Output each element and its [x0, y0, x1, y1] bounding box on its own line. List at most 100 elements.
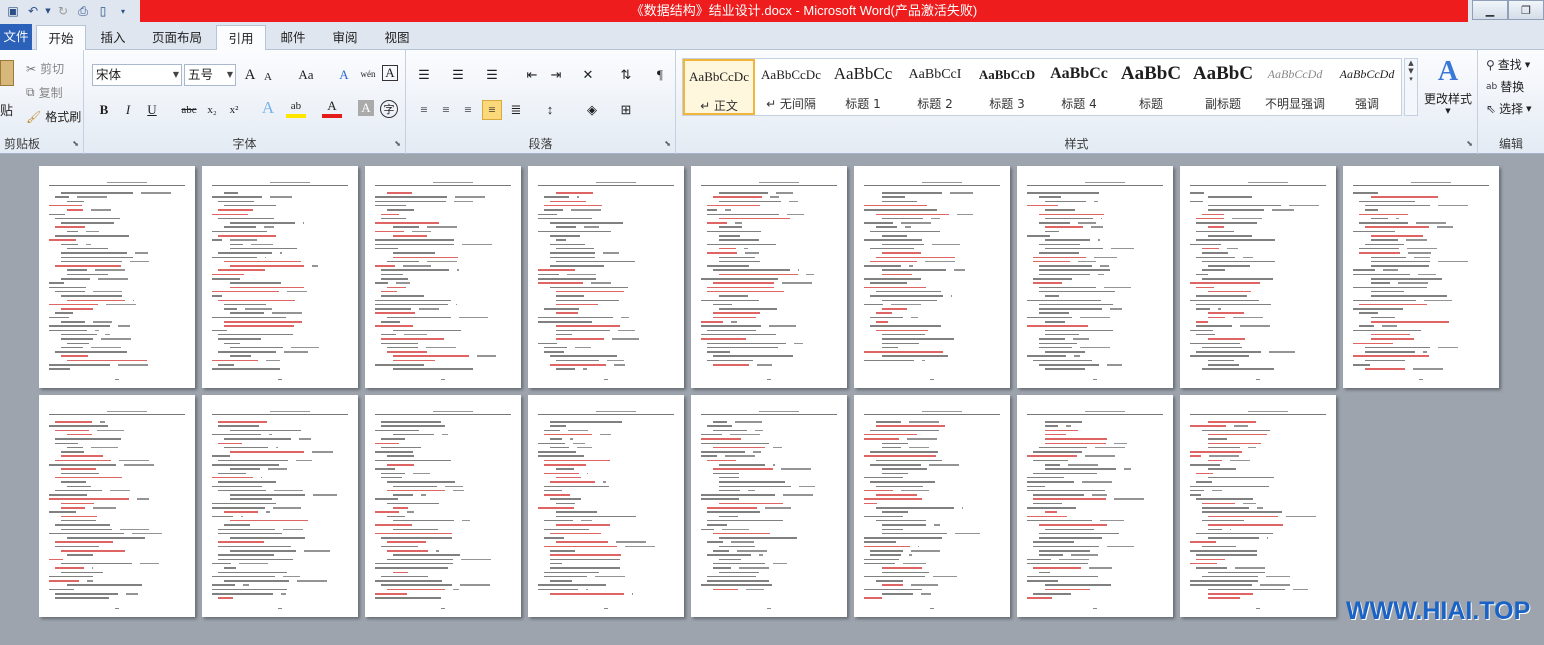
bullets-icon[interactable]: ☰ [414, 65, 434, 85]
style-subtitle[interactable]: AaBbC 副标题 [1187, 59, 1259, 115]
tab-review[interactable]: 审阅 [324, 25, 366, 50]
clear-format-icon[interactable]: A [334, 65, 354, 85]
dialog-launcher-icon[interactable]: ⬊ [72, 139, 79, 148]
dialog-launcher-icon[interactable]: ⬊ [1466, 139, 1473, 148]
text-line [1196, 558, 1225, 561]
italic-button[interactable]: I [118, 100, 138, 120]
find-button[interactable]: ⚲ 查找 ▼ [1486, 56, 1530, 73]
page-thumbnail[interactable] [854, 395, 1010, 617]
superscript-button[interactable]: x² [224, 100, 244, 120]
strikethrough-button[interactable]: abc [176, 100, 202, 120]
format-painter-button[interactable]: 🖌 格式刷 [26, 108, 81, 125]
dialog-launcher-icon[interactable]: ⬊ [394, 139, 401, 148]
replace-button[interactable]: ab 替换 [1486, 78, 1524, 95]
font-name-combo[interactable]: 宋体 ▼ [92, 64, 182, 86]
numbering-icon[interactable]: ☰ [448, 65, 468, 85]
dialog-launcher-icon[interactable]: ⬊ [664, 139, 671, 148]
tab-mailings[interactable]: 邮件 [272, 25, 314, 50]
grow-font-icon[interactable]: A [240, 65, 260, 85]
borders-icon[interactable]: ⊞ [616, 100, 636, 120]
bold-button[interactable]: B [94, 100, 114, 120]
undo-icon[interactable]: ↶ [24, 2, 42, 20]
increase-indent-icon[interactable]: ⇥ [546, 65, 566, 85]
underline-button[interactable]: U [142, 100, 162, 120]
select-button[interactable]: ⇖ 选择 ▼ [1486, 100, 1531, 117]
change-styles-button[interactable]: A 更改样式 ▼ [1420, 54, 1476, 124]
page-thumbnail[interactable] [528, 166, 684, 388]
document-pages-area[interactable] [0, 155, 1544, 645]
page-thumbnail[interactable] [202, 166, 358, 388]
page-thumbnail[interactable] [202, 395, 358, 617]
tab-page-layout[interactable]: 页面布局 [142, 25, 212, 50]
page-thumbnail[interactable] [39, 166, 195, 388]
chevron-down-icon[interactable]: ▼ [44, 2, 52, 20]
page-thumbnail[interactable] [39, 395, 195, 617]
page-thumbnail[interactable] [1180, 395, 1336, 617]
line-spacing-icon[interactable]: ↕ [540, 100, 560, 120]
chinese-layout-icon[interactable]: ✕ [578, 65, 598, 85]
page-thumbnail[interactable] [1017, 166, 1173, 388]
shading-icon[interactable]: ◈ [582, 100, 602, 120]
distributed-icon[interactable]: ≣ [506, 100, 526, 120]
style-heading-2[interactable]: AaBbCcI 标题 2 [899, 59, 971, 115]
redo-icon[interactable]: ↻ [54, 2, 72, 20]
page-thumbnail[interactable] [691, 395, 847, 617]
page-thumbnail[interactable] [528, 395, 684, 617]
enclose-characters-icon[interactable]: 字 [380, 100, 398, 118]
tab-view[interactable]: 视图 [376, 25, 418, 50]
minimize-button[interactable]: ▁ [1472, 0, 1508, 20]
page-thumbnail[interactable] [365, 395, 521, 617]
align-center-icon[interactable]: ≡ [436, 100, 456, 120]
text-line [1124, 468, 1131, 470]
subscript-button[interactable]: x₂ [202, 100, 222, 120]
save-icon[interactable]: ▣ [4, 2, 22, 20]
tab-home[interactable]: 开始 [36, 25, 86, 51]
page-thumbnail[interactable] [691, 166, 847, 388]
multilevel-list-icon[interactable]: ☰ [482, 65, 502, 85]
tab-references[interactable]: 引用 [216, 25, 266, 51]
tab-insert[interactable]: 插入 [92, 25, 134, 50]
text-effects-icon[interactable]: A [258, 98, 278, 118]
style-name: ↵ 正文 [700, 99, 738, 113]
page-thumbnail[interactable] [365, 166, 521, 388]
tab-file[interactable]: 文件 [0, 24, 32, 50]
highlight-icon[interactable]: ab [286, 98, 306, 118]
change-case-icon[interactable]: Aa [292, 65, 320, 85]
justify-icon[interactable]: ≡ [482, 100, 502, 120]
character-border-icon[interactable]: A [382, 65, 398, 81]
font-color-icon[interactable]: A [322, 98, 342, 118]
text-line [61, 333, 98, 336]
show-marks-icon[interactable]: ¶ [650, 65, 670, 85]
style-no-spacing[interactable]: AaBbCcDc ↵ 无间隔 [755, 59, 827, 115]
customize-toolbar-icon[interactable]: ▾ [114, 2, 132, 20]
style-title[interactable]: AaBbC 标题 [1115, 59, 1187, 115]
decrease-indent-icon[interactable]: ⇤ [522, 65, 542, 85]
character-shading-icon[interactable]: A [358, 100, 374, 116]
page-thumbnail[interactable] [1343, 166, 1499, 388]
text-line [61, 571, 103, 573]
sort-icon[interactable]: ⇅ [616, 65, 636, 85]
styles-scrollbar[interactable]: ▲ ▼ ▾ [1404, 58, 1418, 116]
style-heading-3[interactable]: AaBbCcD 标题 3 [971, 59, 1043, 115]
text-line [921, 593, 932, 595]
font-size-combo[interactable]: 五号 ▼ [184, 64, 236, 86]
restore-button[interactable]: ❐ [1508, 0, 1544, 20]
shrink-font-icon[interactable]: A [258, 67, 278, 87]
phonetic-guide-icon[interactable]: wén [356, 64, 380, 84]
style-heading-4[interactable]: AaBbCc 标题 4 [1043, 59, 1115, 115]
text-line [1045, 368, 1086, 370]
align-right-icon[interactable]: ≡ [458, 100, 478, 120]
cut-button[interactable]: ✂ 剪切 [26, 60, 64, 77]
style-subtle-emphasis[interactable]: AaBbCcDd 不明显强调 [1259, 59, 1331, 115]
style-heading-1[interactable]: AaBbCc 标题 1 [827, 59, 899, 115]
new-document-icon[interactable]: ▯ [94, 2, 112, 20]
page-thumbnail[interactable] [854, 166, 1010, 388]
align-left-icon[interactable]: ≡ [414, 100, 434, 120]
style-emphasis[interactable]: AaBbCcDd 强调 [1331, 59, 1403, 115]
print-preview-icon[interactable]: ⎙ [74, 2, 92, 20]
page-thumbnail[interactable] [1017, 395, 1173, 617]
style-normal[interactable]: AaBbCcDc ↵ 正文 [683, 59, 755, 115]
paste-button[interactable]: 贴 [0, 56, 18, 136]
copy-button[interactable]: ⧉ 复制 [26, 84, 63, 101]
page-thumbnail[interactable] [1180, 166, 1336, 388]
